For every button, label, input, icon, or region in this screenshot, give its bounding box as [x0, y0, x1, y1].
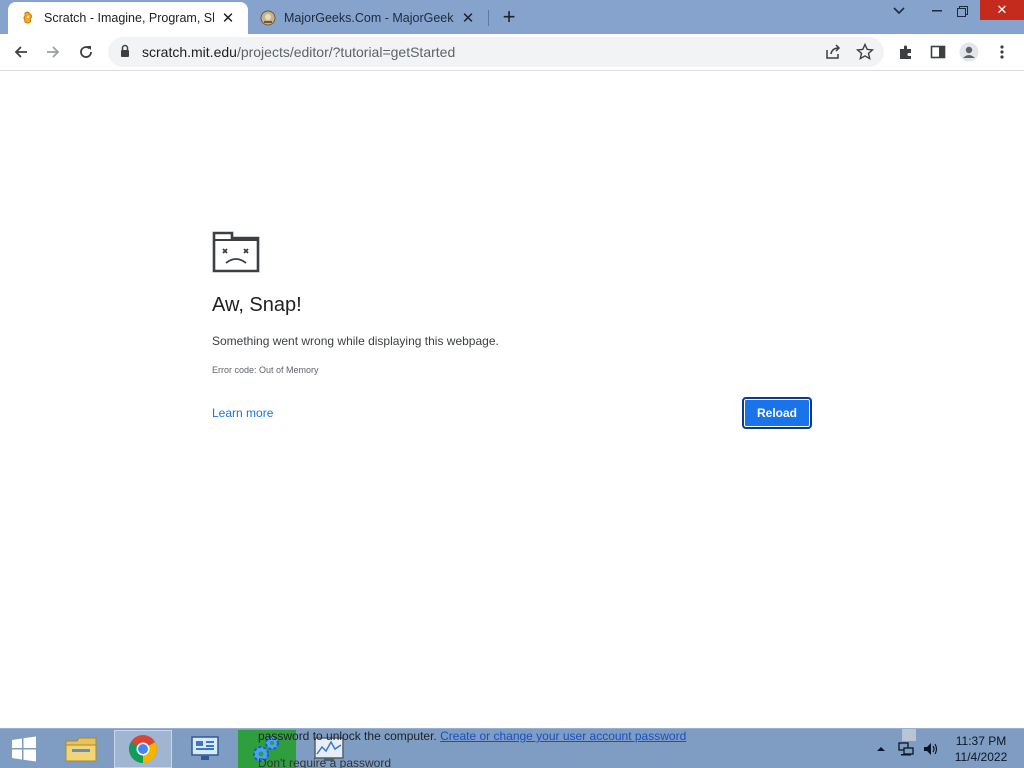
close-tab-icon[interactable]: ✕ — [218, 8, 238, 28]
tab-search-icon[interactable] — [882, 0, 916, 22]
network-status-button[interactable] — [896, 729, 916, 768]
side-panel-icon — [930, 45, 946, 59]
bleed-text: password to unlock the computer. — [258, 729, 437, 743]
majorgeeks-icon — [260, 10, 276, 26]
tab-strip: Scratch - Imagine, Program, Share ✕ Majo… — [0, 0, 1024, 34]
refresh-icon — [80, 46, 92, 58]
back-arrow-icon — [14, 46, 27, 58]
background-window-text: password to unlock the computer. Create … — [258, 729, 686, 743]
learn-more-link[interactable]: Learn more — [212, 406, 273, 420]
taskbar-file-explorer[interactable] — [52, 730, 110, 768]
restore-button[interactable] — [945, 0, 979, 22]
network-icon — [898, 742, 914, 756]
avatar-icon — [959, 42, 979, 62]
system-clock[interactable]: 11:37 PM 11/4/2022 — [940, 733, 1022, 765]
forward-arrow-icon — [47, 46, 60, 58]
windows-logo-icon — [12, 736, 36, 762]
error-page: Aw, Snap! Something went wrong while dis… — [0, 71, 1024, 728]
close-window-button[interactable]: ✕ — [980, 0, 1024, 20]
url-host: scratch.mit.edu — [142, 44, 237, 60]
lock-icon[interactable] — [120, 44, 130, 63]
browser-toolbar: scratch.mit.edu/projects/editor/?tutoria… — [0, 34, 1024, 71]
tab-majorgeeks[interactable]: MajorGeeks.Com - MajorGeeks ✕ — [248, 2, 488, 34]
url-text: scratch.mit.edu/projects/editor/?tutoria… — [142, 44, 455, 60]
change-password-link[interactable]: Create or change your user account passw… — [440, 729, 686, 743]
tab-title: Scratch - Imagine, Program, Share — [44, 11, 214, 25]
forward-button[interactable] — [39, 38, 67, 66]
tab-scratch[interactable]: Scratch - Imagine, Program, Share ✕ — [8, 2, 248, 34]
speaker-icon — [924, 743, 938, 755]
volume-button[interactable] — [920, 729, 940, 768]
tab-title: MajorGeeks.Com - MajorGeeks — [284, 11, 454, 25]
start-button[interactable] — [0, 729, 48, 768]
profile-button[interactable] — [955, 38, 983, 66]
share-icon[interactable] — [824, 43, 842, 66]
taskbar-chrome[interactable] — [114, 730, 172, 768]
puzzle-icon — [900, 45, 911, 59]
folder-icon — [65, 737, 97, 762]
address-bar[interactable]: scratch.mit.edu/projects/editor/?tutoria… — [108, 37, 884, 67]
chevron-up-icon — [877, 747, 885, 751]
bookmark-star-icon[interactable] — [855, 42, 875, 66]
control-panel-icon — [191, 736, 219, 760]
tab-separator — [488, 10, 489, 26]
back-button[interactable] — [7, 38, 35, 66]
show-hidden-icons-button[interactable] — [874, 729, 888, 768]
reload-button[interactable]: Reload — [742, 397, 812, 429]
close-tab-icon[interactable]: ✕ — [458, 8, 478, 28]
extensions-button[interactable] — [892, 38, 920, 66]
url-path: /projects/editor/?tutorial=getStarted — [236, 44, 456, 60]
new-tab-button[interactable]: + — [497, 4, 521, 29]
clock-time: 11:37 PM — [955, 734, 1007, 748]
error-description: Something went wrong while displaying th… — [212, 334, 499, 348]
chrome-icon — [129, 735, 157, 763]
kebab-menu-icon — [1000, 45, 1004, 59]
side-panel-button[interactable] — [924, 38, 952, 66]
taskbar-control-panel[interactable] — [176, 730, 234, 768]
sad-tab-icon — [212, 231, 260, 278]
scratch-cat-icon — [20, 10, 36, 26]
menu-button[interactable] — [988, 38, 1016, 66]
clock-date: 11/4/2022 — [954, 750, 1008, 764]
error-title: Aw, Snap! — [212, 294, 302, 316]
background-window-option: Don't require a password — [258, 756, 392, 768]
windows-taskbar: password to unlock the computer. Create … — [0, 728, 1024, 768]
reload-page-button[interactable] — [72, 38, 100, 66]
error-code: Error code: Out of Memory — [212, 365, 319, 375]
